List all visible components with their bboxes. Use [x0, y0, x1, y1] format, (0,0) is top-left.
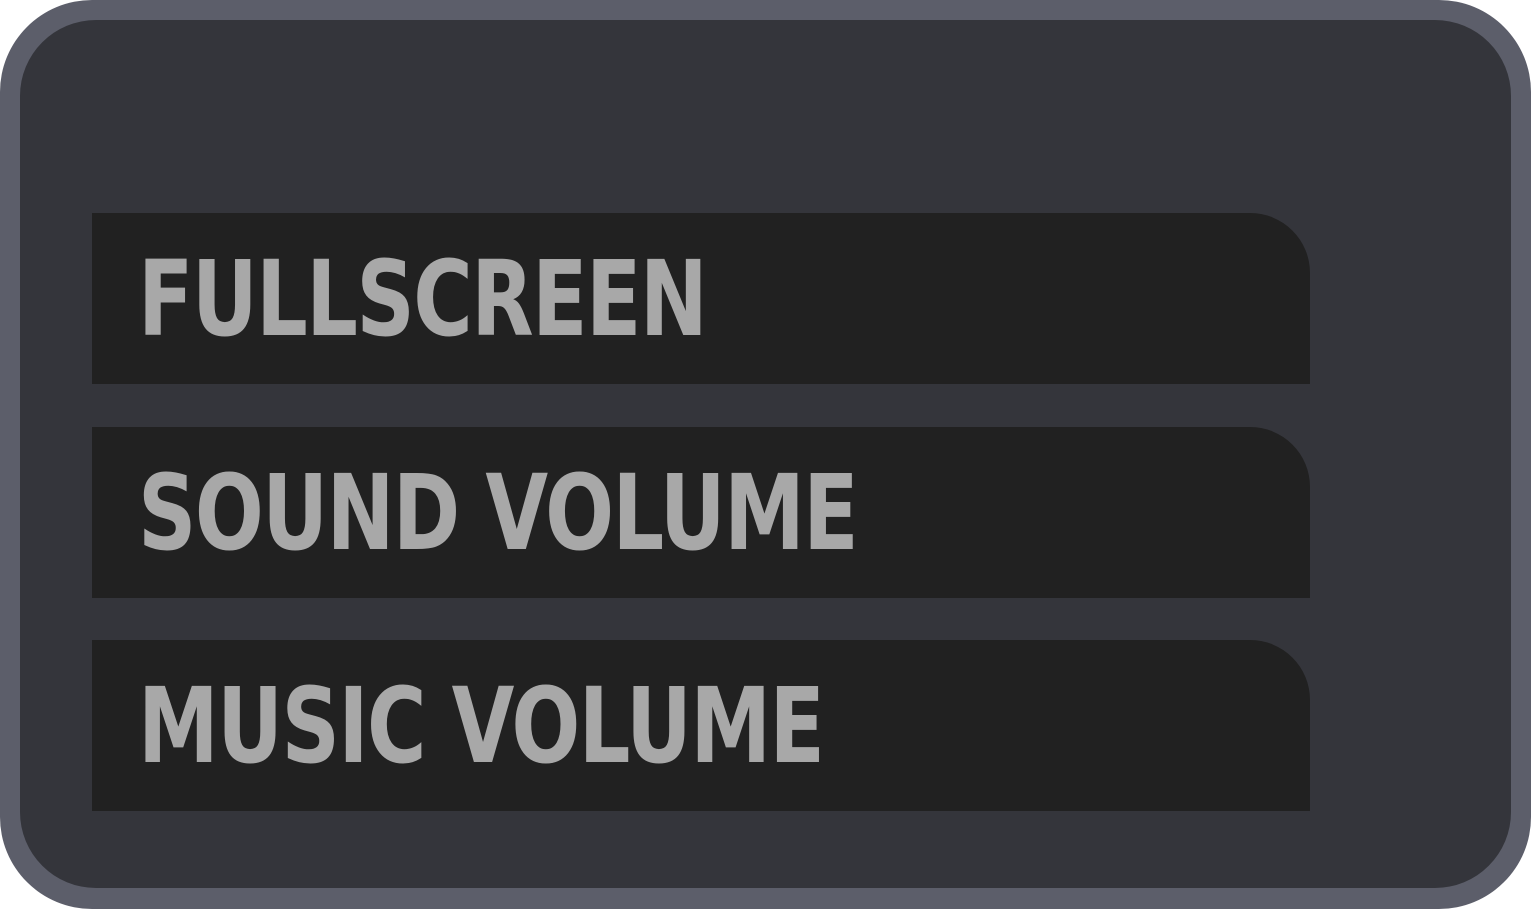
music-volume-option[interactable]: MUSIC VOLUME — [92, 640, 1310, 811]
sound-volume-option[interactable]: SOUND VOLUME — [92, 427, 1310, 598]
music-volume-label: MUSIC VOLUME — [138, 664, 825, 787]
sound-volume-label: SOUND VOLUME — [138, 451, 859, 574]
fullscreen-option[interactable]: FULLSCREEN — [92, 213, 1310, 384]
fullscreen-label: FULLSCREEN — [138, 237, 708, 360]
